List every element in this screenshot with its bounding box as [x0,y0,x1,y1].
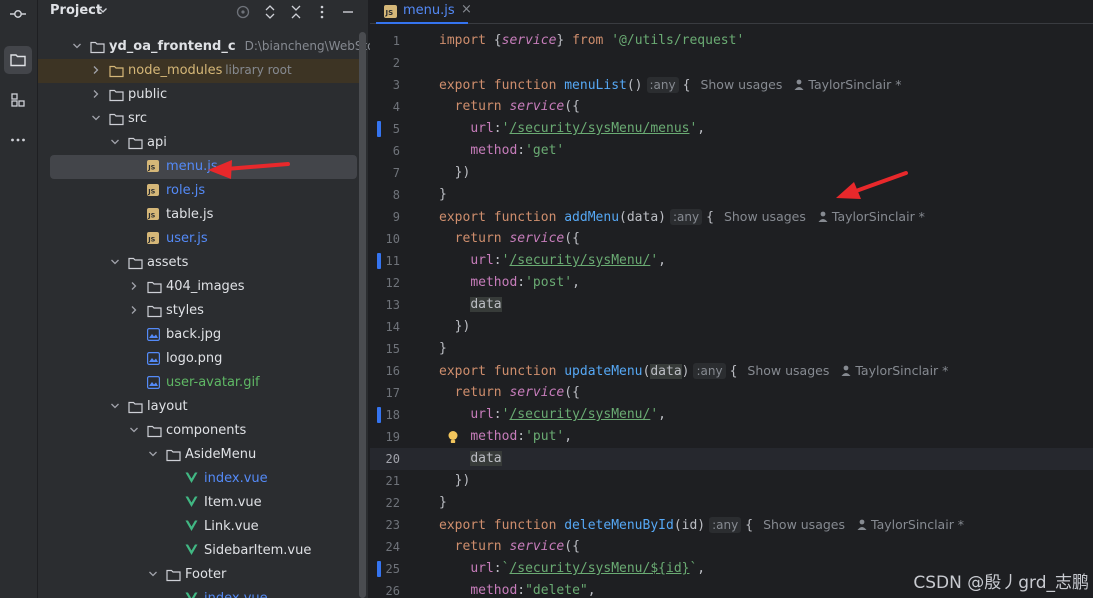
red-arrow-tree [208,160,290,179]
ide-window: Project yd_oa_frontend_c D:\biancheng\Web… [0,0,1093,598]
red-arrow-editor [836,171,908,199]
annotation-overlay [208,160,908,199]
watermark: CSDN @殷丿grd_志鹏 [913,573,1089,593]
